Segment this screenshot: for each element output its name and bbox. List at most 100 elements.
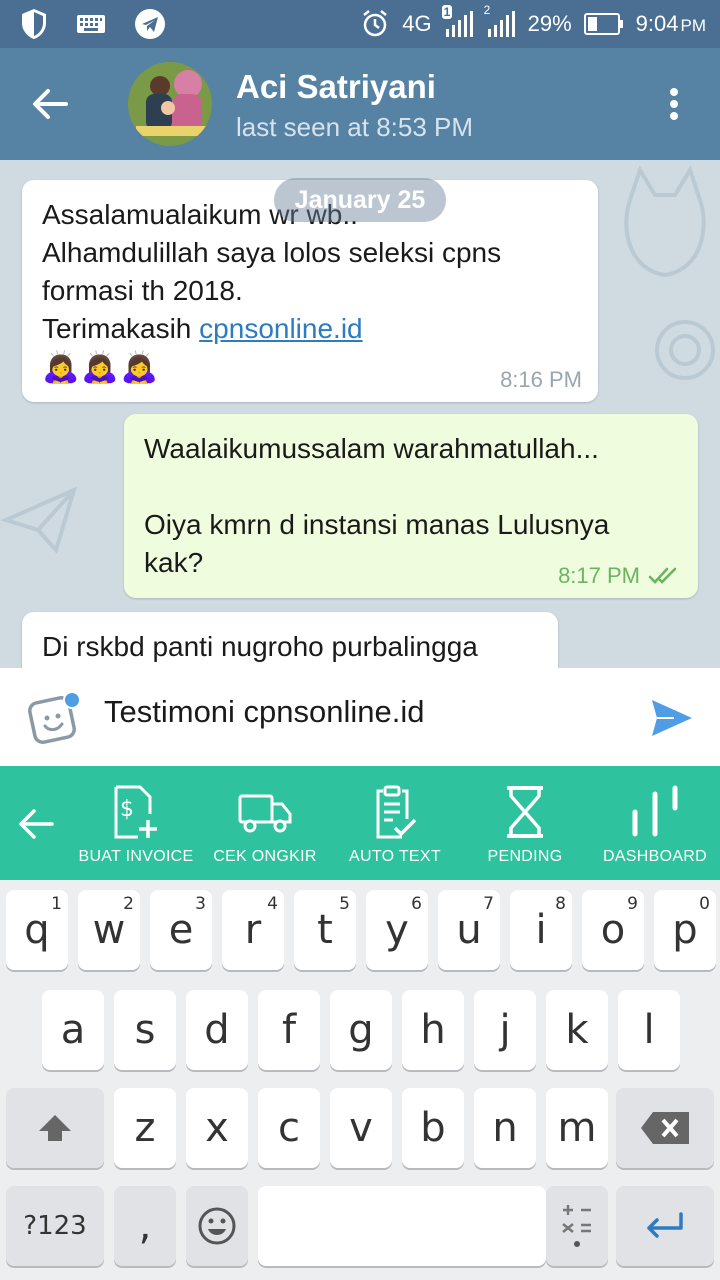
key-char: g	[348, 1007, 374, 1053]
key-char: q	[24, 907, 50, 953]
key-d[interactable]: d	[186, 990, 248, 1070]
message-text-line: Waalaikumussalam warahmatullah...	[144, 433, 599, 464]
key-num: 4	[267, 894, 278, 914]
key-char: ,	[138, 1203, 152, 1249]
key-v[interactable]: v	[330, 1088, 392, 1168]
key-k[interactable]: k	[546, 990, 608, 1070]
key-char: z	[134, 1105, 156, 1151]
toolbar-label: PENDING	[487, 848, 563, 865]
key-char: l	[643, 1007, 655, 1053]
message-text-line: Alhamdulillah saya lolos seleksi cpns	[42, 237, 502, 268]
background-paperplane-doodle-icon	[0, 486, 78, 554]
key-b[interactable]: b	[402, 1088, 464, 1168]
soft-keyboard: q1 w2 e3 r4 t5 y6 u7 i8 o9 p0 a s d f g …	[0, 880, 720, 1280]
send-icon	[652, 700, 692, 736]
contact-name[interactable]: Aci Satriyani	[236, 68, 436, 106]
sticker-button[interactable]	[28, 690, 84, 746]
avatar-photo-icon	[128, 62, 212, 146]
enter-icon	[647, 1212, 683, 1238]
math-symbols-key[interactable]	[546, 1186, 608, 1266]
toolbar-dashboard[interactable]: DASHBOARD	[590, 784, 720, 874]
date-separator: January 25	[274, 178, 446, 222]
enter-key[interactable]	[616, 1186, 714, 1266]
key-y[interactable]: y6	[366, 890, 428, 970]
key-e[interactable]: e3	[150, 890, 212, 970]
clipboard-check-icon	[376, 785, 417, 839]
key-c[interactable]: c	[258, 1088, 320, 1168]
key-u[interactable]: u7	[438, 890, 500, 970]
message-text-line: Di rskbd panti nugroho purbalingga	[42, 631, 478, 662]
toolbar-cek-ongkir[interactable]: CEK ONGKIR	[200, 784, 330, 874]
key-char: s	[134, 1007, 156, 1053]
key-f[interactable]: f	[258, 990, 320, 1070]
toolbar-buat-invoice[interactable]: $ BUAT INVOICE	[71, 784, 201, 874]
truck-icon	[238, 794, 292, 833]
key-p[interactable]: p0	[654, 890, 716, 970]
toolbar-label: AUTO TEXT	[349, 848, 441, 865]
key-char: y	[385, 907, 409, 953]
shift-arrow-icon	[39, 1115, 71, 1141]
battery-percent: 29%	[527, 11, 572, 36]
key-n[interactable]: n	[474, 1088, 536, 1168]
toolbar-pending[interactable]: PENDING	[460, 784, 590, 874]
message-time: 8:16 PM	[500, 368, 582, 392]
more-options-button[interactable]	[654, 82, 694, 126]
key-char: d	[204, 1007, 230, 1053]
toolbar-label: CEK ONGKIR	[213, 848, 317, 865]
key-char: o	[600, 907, 626, 953]
key-num: 7	[483, 894, 494, 914]
emoji-key[interactable]	[186, 1186, 248, 1266]
sim1-badge: 1	[441, 5, 453, 19]
key-a[interactable]: a	[42, 990, 104, 1070]
symbols-key[interactable]: ?123	[6, 1186, 104, 1266]
key-char: t	[317, 907, 333, 953]
toolbar-label: BUAT INVOICE	[78, 848, 194, 865]
key-i[interactable]: i8	[510, 890, 572, 970]
toolbar-auto-text[interactable]: AUTO TEXT	[330, 784, 460, 874]
send-button[interactable]	[650, 696, 694, 740]
key-h[interactable]: h	[402, 990, 464, 1070]
chat-messages[interactable]: Assalamualaikum wr wb.. Alhamdulillah sa…	[0, 160, 720, 668]
key-comma[interactable]: ,	[114, 1186, 176, 1266]
key-num: 5	[339, 894, 350, 914]
backspace-key[interactable]	[616, 1088, 714, 1168]
key-num: 2	[123, 894, 134, 914]
key-q[interactable]: q1	[6, 890, 68, 970]
shift-key[interactable]	[6, 1088, 104, 1168]
double-check-icon	[648, 567, 677, 584]
key-char: b	[420, 1105, 446, 1151]
alarm-icon	[360, 9, 390, 39]
key-char: r	[244, 907, 262, 953]
key-z[interactable]: z	[114, 1088, 176, 1168]
battery-icon	[583, 13, 624, 35]
key-t[interactable]: t5	[294, 890, 356, 970]
kebab-dot	[670, 88, 678, 96]
message-outgoing[interactable]: Waalaikumussalam warahmatullah... Oiya k…	[124, 414, 698, 598]
message-link[interactable]: cpnsonline.id	[199, 313, 362, 344]
key-r[interactable]: r4	[222, 890, 284, 970]
toolbar-back-button[interactable]	[14, 802, 58, 846]
key-w[interactable]: w2	[78, 890, 140, 970]
back-button[interactable]	[22, 76, 78, 132]
chat-header: Aci Satriyani last seen at 8:53 PM	[0, 48, 720, 160]
message-input[interactable]: Testimoni cpnsonline.id	[104, 694, 425, 730]
key-g[interactable]: g	[330, 990, 392, 1070]
status-bar: 4G 1 2 29% 9:04 PM	[0, 0, 720, 48]
key-m[interactable]: m	[546, 1088, 608, 1168]
key-j[interactable]: j	[474, 990, 536, 1070]
key-char: x	[205, 1105, 229, 1151]
message-text-line: formasi th 2018.	[42, 275, 243, 306]
key-o[interactable]: o9	[582, 890, 644, 970]
emoji-smile-icon	[198, 1207, 236, 1245]
message-text-prefix: Terimakasih	[42, 313, 200, 344]
space-bar[interactable]	[258, 1186, 546, 1266]
shield-icon	[20, 8, 48, 40]
key-x[interactable]: x	[186, 1088, 248, 1168]
avatar[interactable]	[128, 62, 212, 146]
key-l[interactable]: l	[618, 990, 680, 1070]
key-num: 1	[51, 894, 62, 914]
key-s[interactable]: s	[114, 990, 176, 1070]
message-incoming[interactable]: Di rskbd panti nugroho purbalingga	[22, 612, 558, 668]
key-num: 6	[411, 894, 422, 914]
